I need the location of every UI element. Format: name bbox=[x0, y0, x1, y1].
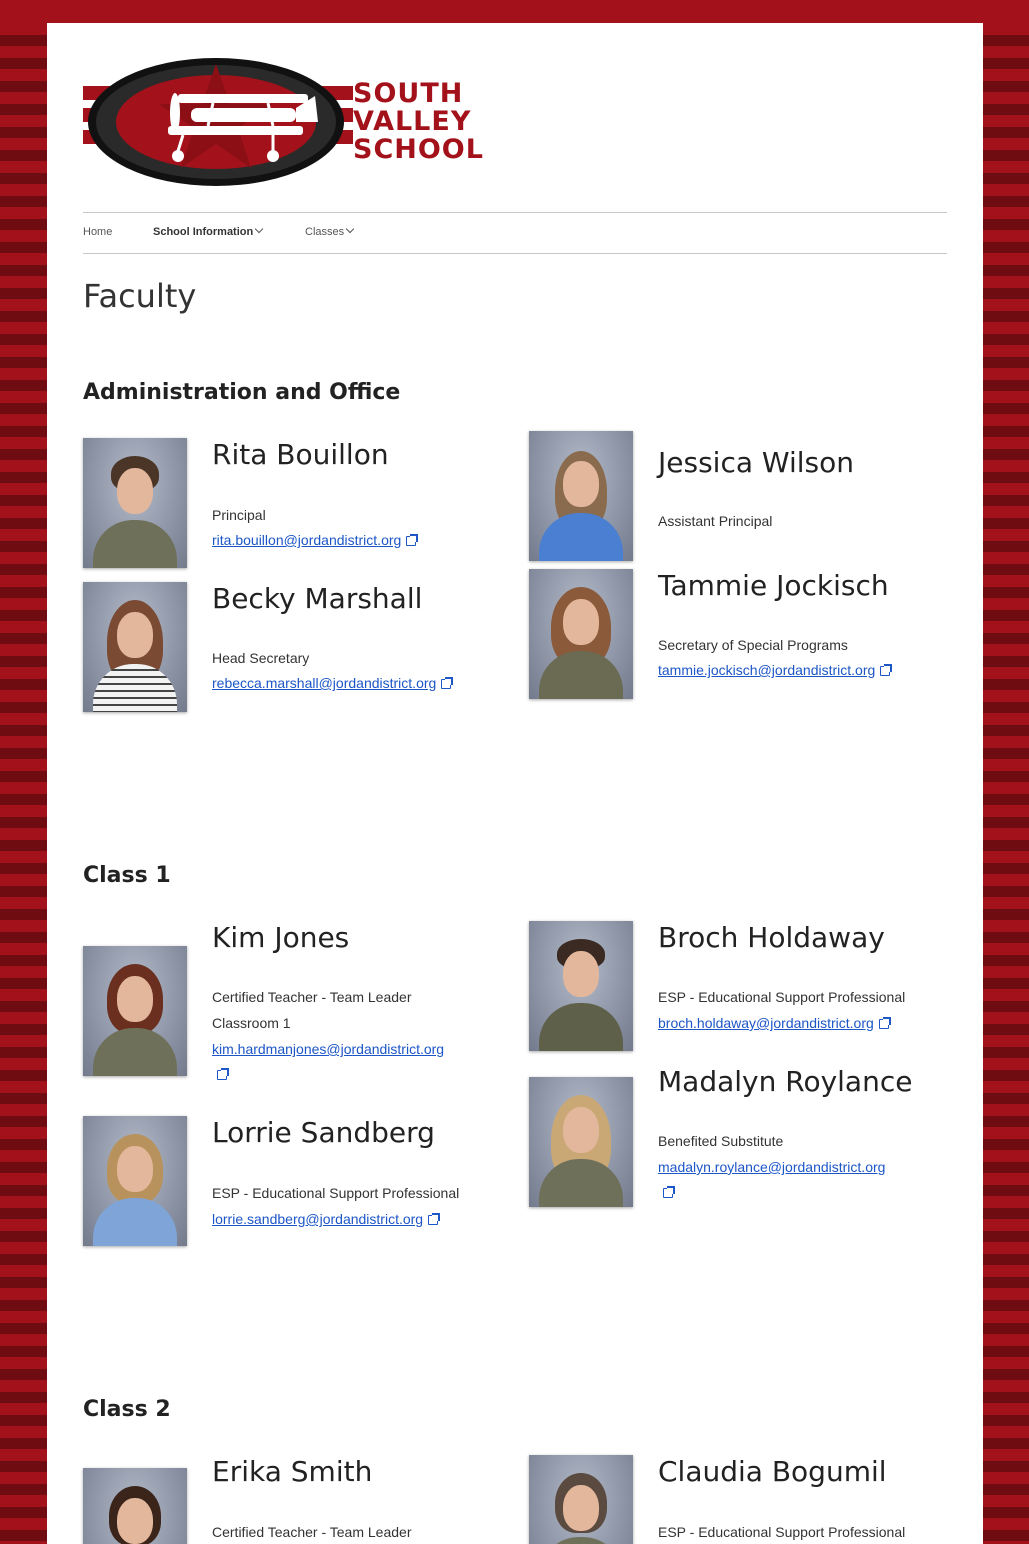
faculty-name: Tammie Jockisch bbox=[658, 569, 889, 602]
section-title-class-1: Class 1 bbox=[83, 863, 171, 888]
faculty-email-text: tammie.jockisch@jordandistrict.org bbox=[658, 662, 876, 678]
faculty-email-link[interactable]: rebecca.marshall@jordandistrict.org bbox=[212, 675, 454, 691]
logo-line-1: SOUTH bbox=[353, 78, 464, 109]
faculty-name: Erika Smith bbox=[212, 1455, 373, 1488]
faculty-name: Becky Marshall bbox=[212, 582, 423, 615]
nav-school-information-label: School Information bbox=[153, 226, 254, 238]
faculty-name: Madalyn Roylance bbox=[658, 1065, 913, 1098]
faculty-email-link[interactable]: madalyn.roylance@jordandistrict.org bbox=[658, 1159, 885, 1175]
external-link-icon[interactable] bbox=[663, 1186, 675, 1198]
faculty-email-text: madalyn.roylance@jordandistrict.org bbox=[658, 1159, 886, 1175]
faculty-photo bbox=[529, 1077, 633, 1207]
faculty-email-link[interactable]: tammie.jockisch@jordandistrict.org bbox=[658, 662, 893, 678]
school-logo[interactable]: SOUTH VALLEY SCHOOL bbox=[83, 56, 493, 188]
faculty-role: ESP - Educational Support Professional bbox=[658, 989, 906, 1005]
faculty-role: ESP - Educational Support Professional bbox=[658, 1524, 906, 1540]
faculty-role: Secretary of Special Programs bbox=[658, 637, 848, 653]
faculty-role: Benefited Substitute bbox=[658, 1133, 784, 1149]
faculty-email-link[interactable]: kim.hardmanjones@jordandistrict.org bbox=[212, 1041, 444, 1057]
faculty-email-link[interactable]: broch.holdaway@jordandistrict.org bbox=[658, 1015, 891, 1031]
faculty-email-text: rita.bouillon@jordandistrict.org bbox=[212, 532, 402, 548]
nav-home[interactable]: Home bbox=[83, 226, 112, 238]
faculty-role: Principal bbox=[212, 507, 266, 523]
faculty-email-text: kim.hardmanjones@jordandistrict.org bbox=[212, 1041, 445, 1057]
top-banner-stripe bbox=[0, 0, 1029, 23]
faculty-name: Rita Bouillon bbox=[212, 438, 389, 471]
faculty-email-link[interactable]: rita.bouillon@jordandistrict.org bbox=[212, 532, 419, 548]
logo-line-3: SCHOOL bbox=[353, 134, 484, 165]
faculty-photo bbox=[83, 946, 187, 1076]
faculty-email-text: broch.holdaway@jordandistrict.org bbox=[658, 1015, 874, 1031]
faculty-role: Head Secretary bbox=[212, 650, 310, 666]
faculty-name: Claudia Bogumil bbox=[658, 1455, 887, 1488]
faculty-role: Certified Teacher - Team Leader bbox=[212, 1524, 412, 1540]
faculty-email-text: rebecca.marshall@jordandistrict.org bbox=[212, 675, 437, 691]
external-link-icon bbox=[880, 664, 893, 676]
nav-school-information[interactable]: School Information bbox=[153, 224, 264, 238]
external-link-icon bbox=[878, 1017, 891, 1029]
logo-wordmark: SOUTH VALLEY SCHOOL bbox=[353, 80, 484, 164]
faculty-role: Certified Teacher - Team Leader bbox=[212, 989, 412, 1005]
logo-line-2: VALLEY bbox=[353, 106, 472, 137]
faculty-photo bbox=[83, 1116, 187, 1246]
faculty-photo bbox=[83, 438, 187, 568]
main-navigation: Home School Information Classes bbox=[83, 212, 947, 254]
faculty-name: Broch Holdaway bbox=[658, 921, 885, 954]
external-link-icon[interactable] bbox=[217, 1068, 229, 1080]
faculty-photo bbox=[529, 1455, 633, 1544]
faculty-photo bbox=[529, 921, 633, 1051]
chevron-down-icon bbox=[345, 224, 355, 234]
faculty-name: Jessica Wilson bbox=[658, 446, 854, 479]
page-title: Faculty bbox=[83, 277, 197, 315]
section-title-class-2: Class 2 bbox=[83, 1397, 171, 1422]
faculty-photo bbox=[529, 431, 633, 561]
faculty-classroom: Classroom 1 bbox=[212, 1015, 291, 1031]
faculty-role: Assistant Principal bbox=[658, 513, 773, 529]
external-link-icon bbox=[441, 677, 454, 689]
faculty-name: Kim Jones bbox=[212, 921, 350, 954]
external-link-icon bbox=[406, 534, 419, 546]
nav-classes[interactable]: Classes bbox=[305, 224, 355, 238]
faculty-role: ESP - Educational Support Professional bbox=[212, 1185, 460, 1201]
faculty-photo bbox=[529, 569, 633, 699]
faculty-email-text: lorrie.sandberg@jordandistrict.org bbox=[212, 1211, 424, 1227]
faculty-photo bbox=[83, 582, 187, 712]
faculty-photo bbox=[83, 1468, 187, 1544]
nav-classes-label: Classes bbox=[305, 226, 345, 238]
chevron-down-icon bbox=[254, 224, 264, 234]
faculty-email-link[interactable]: lorrie.sandberg@jordandistrict.org bbox=[212, 1211, 441, 1227]
faculty-name: Lorrie Sandberg bbox=[212, 1116, 435, 1149]
page-container: SOUTH VALLEY SCHOOL Home School Informat… bbox=[47, 23, 983, 1544]
section-title-administration: Administration and Office bbox=[83, 380, 401, 405]
external-link-icon bbox=[428, 1213, 441, 1225]
